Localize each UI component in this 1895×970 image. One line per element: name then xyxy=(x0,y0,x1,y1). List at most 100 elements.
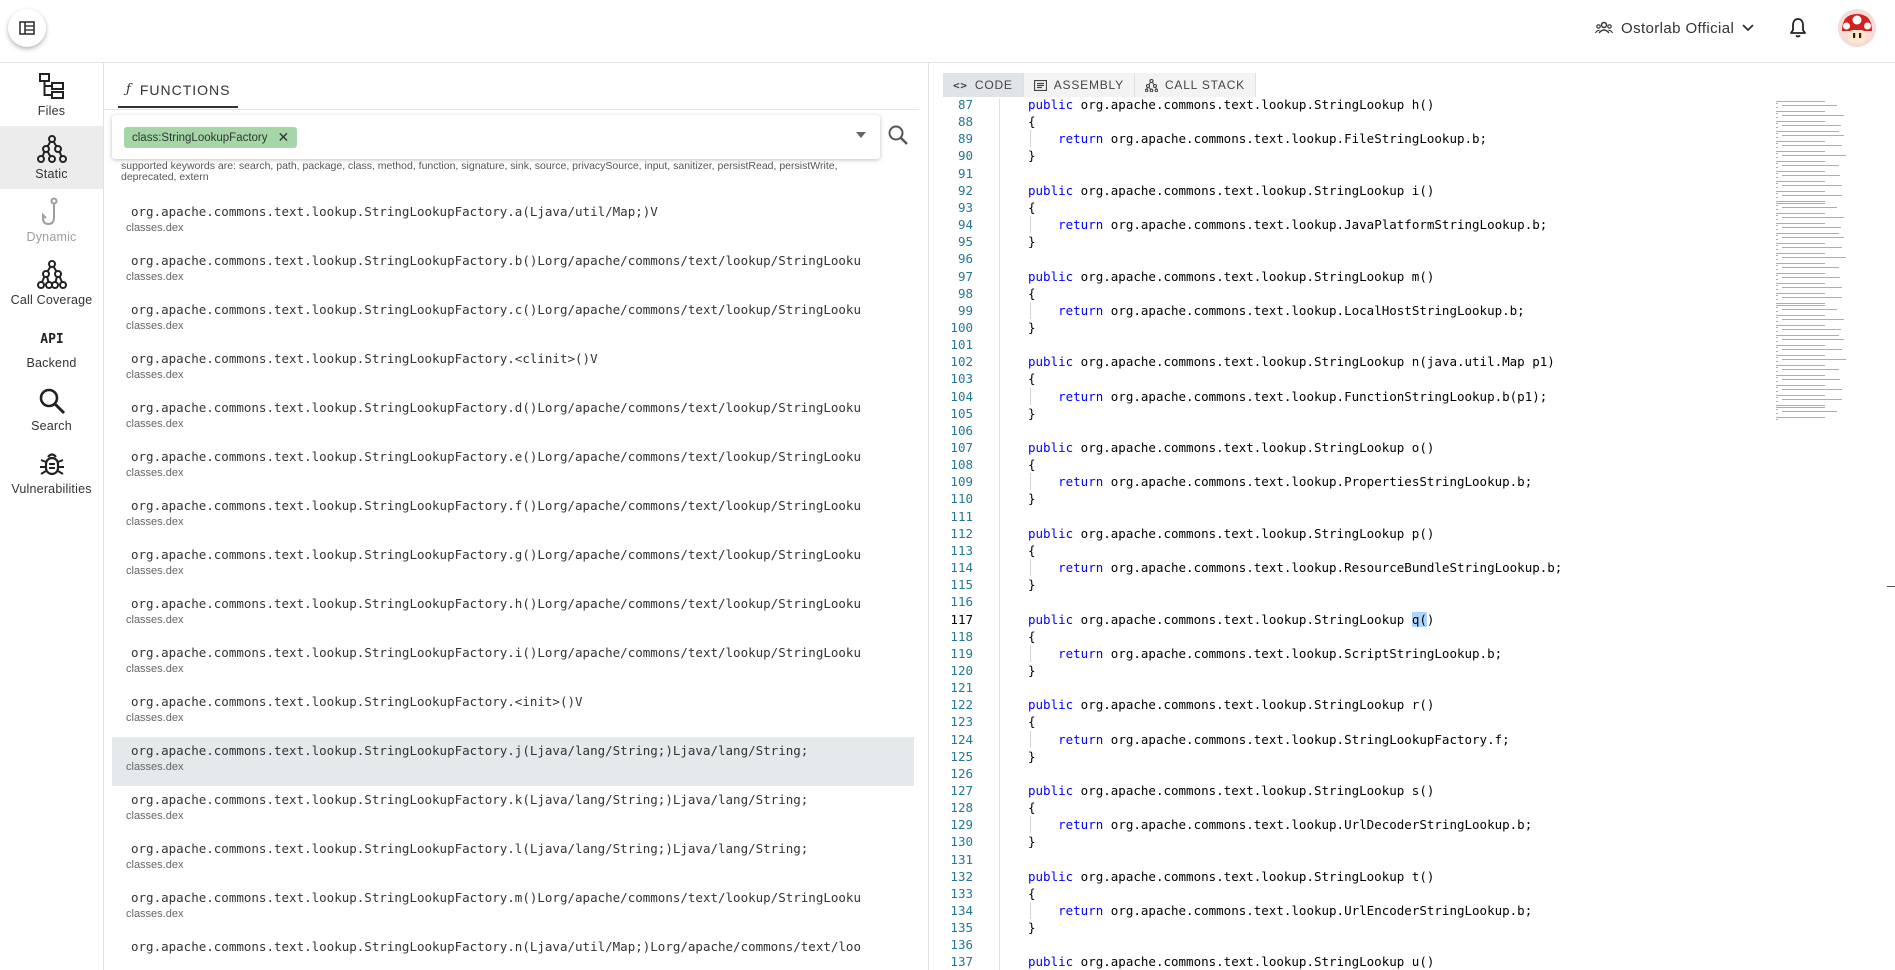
line-number: 94 xyxy=(957,217,973,232)
sidebar-item-search[interactable]: Search xyxy=(0,378,103,441)
function-list-item[interactable]: org.apache.commons.text.lookup.StringLoo… xyxy=(112,296,914,345)
code-minimap[interactable] xyxy=(1774,99,1874,429)
function-signature: org.apache.commons.text.lookup.StringLoo… xyxy=(131,694,583,709)
function-list-item[interactable]: org.apache.commons.text.lookup.StringLoo… xyxy=(112,443,914,492)
code-line: 118 { xyxy=(929,628,1779,645)
function-list-item[interactable]: org.apache.commons.text.lookup.StringLoo… xyxy=(112,688,914,737)
code-text: { xyxy=(1028,114,1036,129)
line-number: 119 xyxy=(950,646,973,661)
code-line: 114 return org.apache.commons.text.looku… xyxy=(929,559,1779,576)
function-list-item[interactable]: org.apache.commons.text.lookup.StringLoo… xyxy=(112,884,914,933)
code-tabs: <> CODE ASSEMBLY CALL STACK xyxy=(943,73,1256,97)
code-text: { xyxy=(1028,371,1036,386)
function-list-item[interactable]: org.apache.commons.text.lookup.StringLoo… xyxy=(112,737,914,786)
code-text: public org.apache.commons.text.lookup.St… xyxy=(1028,99,1435,112)
svg-text:API: API xyxy=(40,332,63,347)
function-file: classes.dex xyxy=(126,271,184,283)
minimap-line xyxy=(1782,115,1845,116)
filter-input[interactable]: class:StringLookupFactory ✕ xyxy=(112,115,880,159)
function-signature: org.apache.commons.text.lookup.StringLoo… xyxy=(131,596,861,611)
line-number: 113 xyxy=(950,543,973,558)
code-text: } xyxy=(1028,491,1036,506)
minimap-line xyxy=(1776,151,1825,152)
indent-guide xyxy=(1030,473,1031,490)
code-line: 125} xyxy=(929,748,1779,765)
sidebar-item-backend[interactable]: API Backend xyxy=(0,315,103,378)
code-text: return org.apache.commons.text.lookup.St… xyxy=(1058,732,1510,747)
line-number: 129 xyxy=(950,817,973,832)
line-number: 97 xyxy=(957,269,973,284)
minimap-line xyxy=(1776,131,1839,132)
function-signature: org.apache.commons.text.lookup.StringLoo… xyxy=(131,498,861,513)
minimap-line xyxy=(1782,207,1837,208)
dropdown-arrow-icon[interactable] xyxy=(856,132,866,138)
tab-assembly[interactable]: ASSEMBLY xyxy=(1024,73,1135,97)
tab-call-stack[interactable]: CALL STACK xyxy=(1135,73,1256,97)
function-list-item[interactable]: org.apache.commons.text.lookup.StringLoo… xyxy=(112,394,914,443)
code-line: 113 { xyxy=(929,542,1779,559)
indent-guide xyxy=(1030,559,1031,576)
function-signature: org.apache.commons.text.lookup.StringLoo… xyxy=(131,253,861,268)
search-icon[interactable] xyxy=(886,123,912,149)
code-text: return org.apache.commons.text.lookup.Re… xyxy=(1058,560,1563,575)
user-avatar[interactable] xyxy=(1838,9,1876,47)
sidebar-item-files[interactable]: Files xyxy=(0,63,103,126)
function-list-item[interactable]: org.apache.commons.text.lookup.StringLoo… xyxy=(112,198,914,247)
line-number: 121 xyxy=(950,680,973,695)
code-text: { xyxy=(1028,286,1036,301)
function-list-item[interactable]: org.apache.commons.text.lookup.StringLoo… xyxy=(112,786,914,835)
line-number: 130 xyxy=(950,834,973,849)
sidebar-item-label: Search xyxy=(31,419,72,433)
code-line: 96 xyxy=(929,250,1779,267)
dashboard-icon xyxy=(19,21,35,35)
function-list-item[interactable]: org.apache.commons.text.lookup.StringLoo… xyxy=(112,541,914,590)
minimap-line xyxy=(1782,155,1846,156)
minimap-line xyxy=(1782,287,1843,288)
function-list-item[interactable]: org.apache.commons.text.lookup.StringLoo… xyxy=(112,247,914,296)
minimap-line xyxy=(1776,181,1825,182)
minimap-line xyxy=(1782,175,1840,176)
minimap-line xyxy=(1776,283,1825,284)
code-line: 106 xyxy=(929,422,1779,439)
tab-functions[interactable]: ƒ FUNCTIONS xyxy=(118,73,239,108)
function-file: classes.dex xyxy=(126,663,184,675)
function-list-item[interactable]: org.apache.commons.text.lookup.StringLoo… xyxy=(112,835,914,884)
line-number: 112 xyxy=(950,526,973,541)
code-text: public org.apache.commons.text.lookup.St… xyxy=(1028,869,1435,884)
sidebar-item-vulnerabilities[interactable]: Vulnerabilities xyxy=(0,441,103,504)
sidebar-item-static[interactable]: Static xyxy=(0,126,103,189)
sidebar-item-label: Dynamic xyxy=(26,230,77,244)
code-line: 97 public org.apache.commons.text.lookup.… xyxy=(929,268,1779,285)
tab-call-stack-label: CALL STACK xyxy=(1164,78,1245,92)
code-editor[interactable]: 87 public org.apache.commons.text.lookup.… xyxy=(929,99,1895,970)
function-list-item[interactable]: org.apache.commons.text.lookup.StringLoo… xyxy=(112,639,914,688)
minimap-line xyxy=(1782,277,1840,278)
code-line: 137 public org.apache.commons.text.lookup… xyxy=(929,953,1779,970)
menu-button[interactable] xyxy=(8,9,46,47)
code-icon: <> xyxy=(953,78,968,92)
function-list-item[interactable]: org.apache.commons.text.lookup.StringLoo… xyxy=(112,345,914,394)
code-line: 127 public org.apache.commons.text.lookup… xyxy=(929,782,1779,799)
minimap-line xyxy=(1782,369,1839,370)
sidebar-item-call-coverage[interactable]: Call Coverage xyxy=(0,252,103,315)
function-list-item[interactable]: org.apache.commons.text.lookup.StringLoo… xyxy=(112,590,914,639)
code-line: 116 xyxy=(929,593,1779,610)
bell-icon[interactable] xyxy=(1786,16,1810,40)
line-number: 88 xyxy=(957,114,973,129)
minimap-line xyxy=(1776,253,1825,254)
tab-code[interactable]: <> CODE xyxy=(943,73,1024,97)
close-icon[interactable]: ✕ xyxy=(278,129,290,146)
line-number: 135 xyxy=(950,920,973,935)
code-line: 122 public org.apache.commons.text.lookup… xyxy=(929,696,1779,713)
code-line: 99 return org.apache.commons.text.lookup… xyxy=(929,302,1779,319)
code-line: 88 { xyxy=(929,113,1779,130)
organization-selector[interactable]: Ostorlab Official xyxy=(1595,16,1754,40)
code-line: 87 public org.apache.commons.text.lookup.… xyxy=(929,99,1779,113)
minimap-line xyxy=(1782,309,1837,310)
function-file: classes.dex xyxy=(126,614,184,626)
tab-divider xyxy=(104,109,919,110)
function-list-item[interactable]: org.apache.commons.text.lookup.StringLoo… xyxy=(112,492,914,541)
sidebar-item-dynamic[interactable]: Dynamic xyxy=(0,189,103,252)
code-text: public org.apache.commons.text.lookup.St… xyxy=(1028,697,1435,712)
function-list-item[interactable]: org.apache.commons.text.lookup.StringLoo… xyxy=(112,933,914,970)
